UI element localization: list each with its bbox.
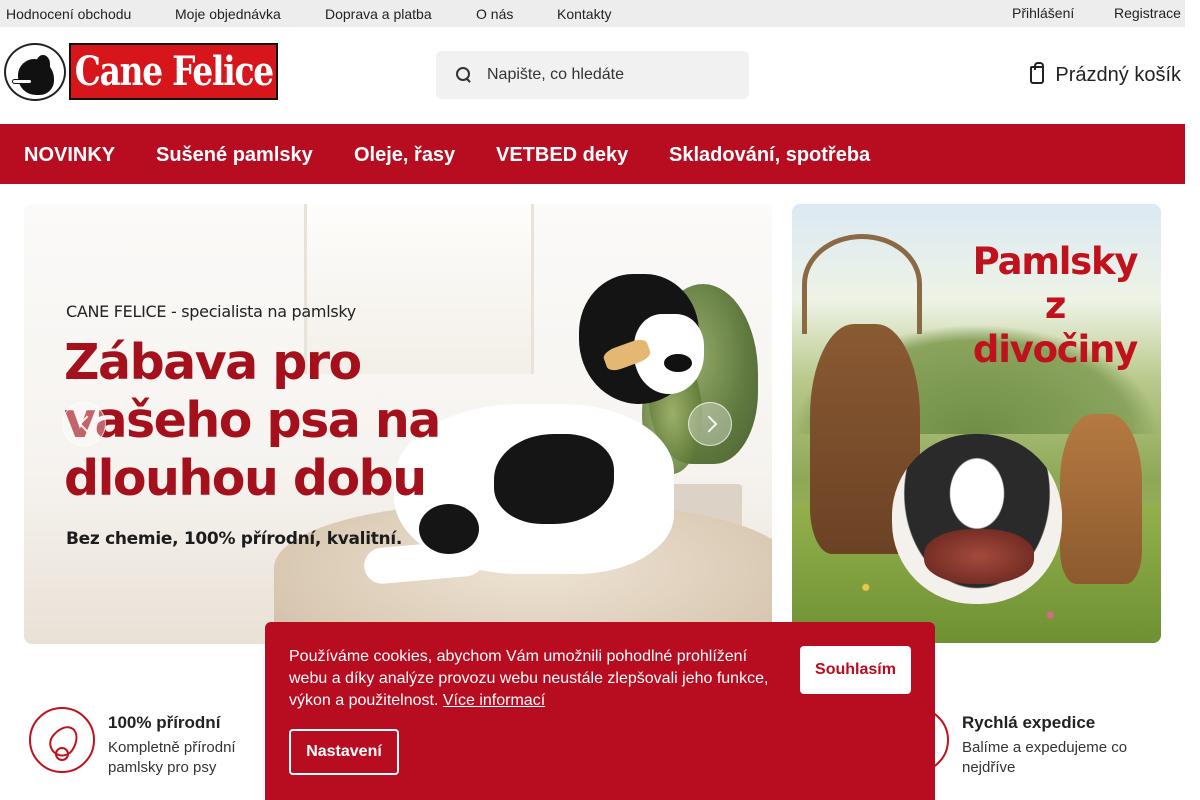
banner-roe-deer [1060, 414, 1142, 584]
cookie-more-info-link[interactable]: Více informací [443, 692, 545, 709]
search-icon[interactable] [454, 65, 474, 85]
natural-paw-icon [29, 707, 95, 773]
top-link-shipping-payment[interactable]: Doprava a platba [325, 6, 432, 22]
side-promo-banner[interactable]: Pamlsky z divočiny [792, 204, 1161, 643]
hero-carousel-banner[interactable]: CANE FELICE - specialista na pamlsky Záb… [24, 204, 772, 644]
site-header: Cane Felice Prázdný košík [0, 27, 1185, 124]
side-banner-title: Pamlsky z divočiny [972, 240, 1139, 371]
cookie-accept-button[interactable]: Souhlasím [800, 646, 911, 694]
site-logo[interactable]: Cane Felice [4, 41, 278, 101]
feature-desc: Balíme a expedujeme co nejdříve [962, 739, 1128, 776]
banner-subline: Bez chemie, 100% přírodní, kvalitní. [66, 529, 403, 549]
top-utility-bar: Hodnocení obchodu Moje objednávka Doprav… [0, 0, 1185, 27]
top-link-store-rating[interactable]: Hodnocení obchodu [6, 6, 131, 22]
shopping-bag-icon [1030, 62, 1045, 84]
main-nav: NOVINKY Sušené pamlsky Oleje, řasy VETBE… [0, 124, 1185, 184]
banner-headline: Zábava pro vašeho psa na dlouhou dobu [64, 334, 441, 507]
nav-item-storage[interactable]: Skladování, spotřeba [669, 144, 870, 167]
feature-title: 100% přírodní [108, 713, 221, 732]
search-box[interactable] [436, 51, 749, 99]
feature-desc: Kompletně přírodní pamlsky pro psy [108, 739, 236, 776]
cookie-settings-button[interactable]: Nastavení [289, 729, 399, 775]
cookie-consent-bar: Používáme cookies, abychom Vám umožnili … [265, 622, 935, 800]
nav-item-oils[interactable]: Oleje, řasy [354, 144, 455, 167]
search-input[interactable] [487, 66, 727, 84]
register-link[interactable]: Registrace [1114, 5, 1181, 21]
cart-label: Prázdný košík [1055, 63, 1181, 86]
nav-item-dried-treats[interactable]: Sušené pamlsky [156, 144, 313, 167]
carousel-prev-button[interactable] [62, 402, 106, 446]
nav-item-vetbed[interactable]: VETBED deky [496, 144, 628, 167]
banner-kicker: CANE FELICE - specialista na pamlsky [66, 302, 356, 321]
top-link-contacts[interactable]: Kontakty [557, 6, 611, 22]
login-link[interactable]: Přihlášení [1012, 5, 1074, 21]
carousel-next-button[interactable] [688, 402, 732, 446]
logo-wordmark: Cane Felice [69, 43, 278, 100]
nav-item-novinky[interactable]: NOVINKY [24, 144, 115, 167]
top-link-my-order[interactable]: Moje objednávka [175, 6, 281, 22]
logo-seal [4, 43, 66, 101]
cookie-text: Používáme cookies, abychom Vám umožnili … [289, 648, 769, 709]
cart-button[interactable]: Prázdný košík [1030, 61, 1181, 89]
feature-natural: 100% přírodní Kompletně přírodní pamlsky… [29, 704, 269, 784]
feature-title: Rychlá expedice [962, 713, 1096, 732]
top-link-about[interactable]: O nás [476, 6, 513, 22]
